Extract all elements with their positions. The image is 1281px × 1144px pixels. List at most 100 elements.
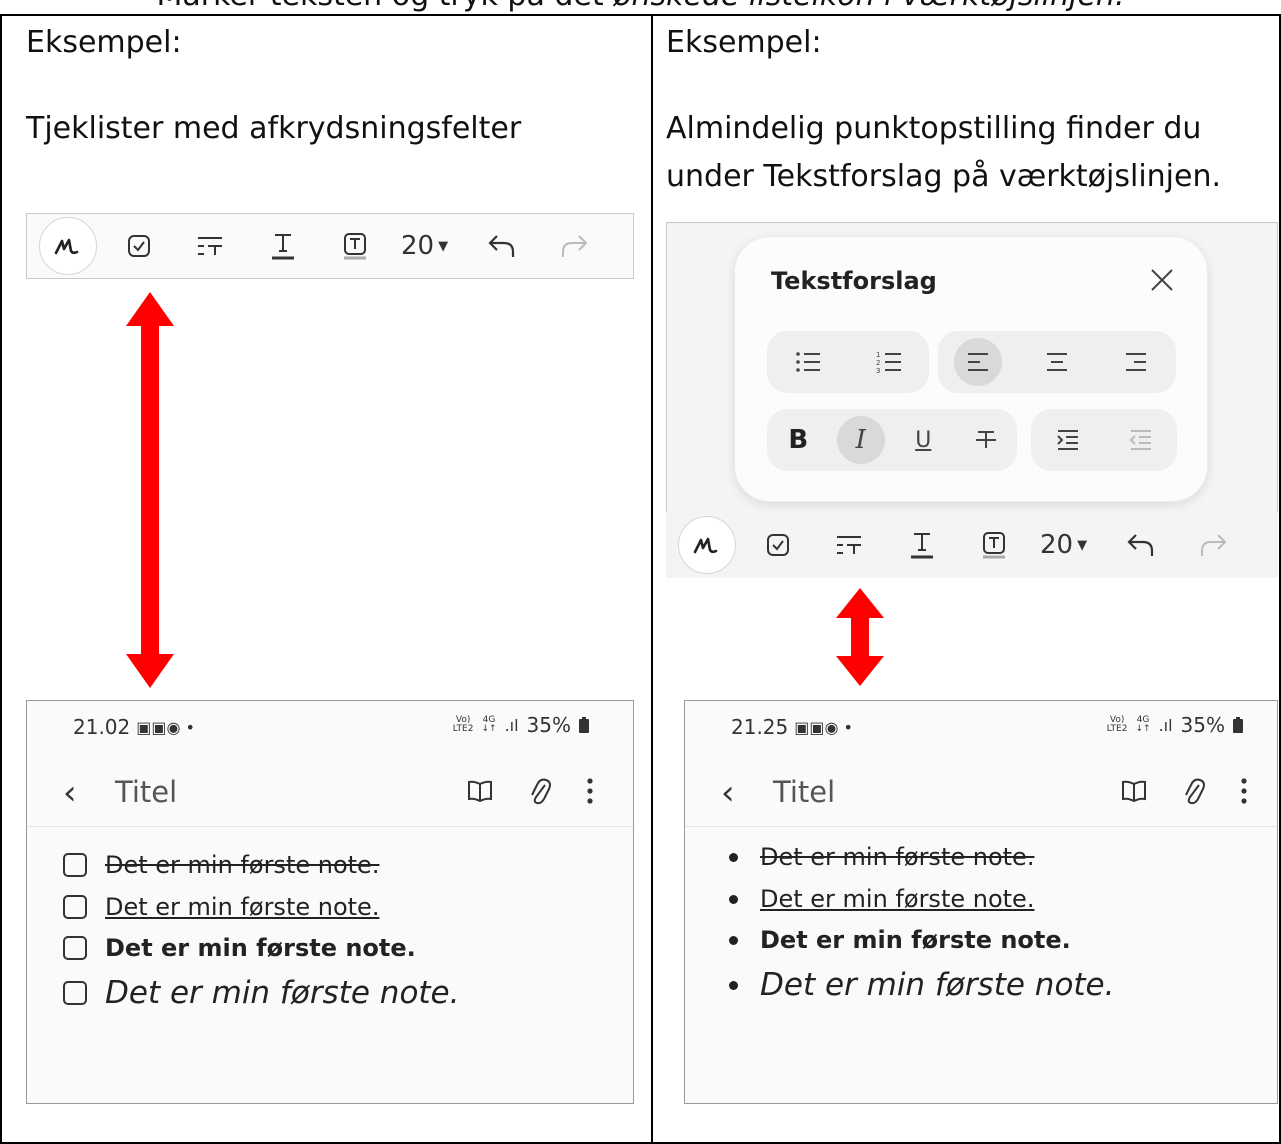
right-double-arrow bbox=[836, 588, 884, 686]
strikethrough-button[interactable] bbox=[962, 416, 1010, 464]
caret-down-icon: ▼ bbox=[1077, 537, 1088, 553]
note-title[interactable]: Titel bbox=[773, 775, 835, 809]
bullet-item[interactable]: Det er min første note. bbox=[729, 967, 1115, 1003]
attachment-icon[interactable] bbox=[529, 777, 551, 805]
font-size-dropdown[interactable]: 20 ▼ bbox=[401, 231, 448, 261]
back-icon[interactable]: ‹ bbox=[63, 773, 77, 813]
status-time: 21.02 bbox=[73, 715, 131, 739]
bullet-list-button[interactable] bbox=[784, 338, 832, 386]
svg-text:3: 3 bbox=[876, 367, 880, 374]
text-style-button[interactable] bbox=[185, 220, 237, 272]
bullet-list-icon bbox=[795, 352, 820, 372]
bullet-dot bbox=[729, 935, 738, 945]
pen-mode-button[interactable] bbox=[39, 217, 97, 275]
align-left-button[interactable] bbox=[953, 338, 1002, 386]
close-icon[interactable] bbox=[1147, 265, 1177, 295]
left-example-label: Eksempel: bbox=[26, 25, 182, 60]
undo-icon bbox=[488, 235, 515, 257]
handwriting-icon bbox=[693, 537, 718, 554]
top-caption: Markér teksten og tryk på det ønskede li… bbox=[0, 0, 1281, 13]
signal-icon: .ıl bbox=[504, 715, 519, 735]
item-text: Det er min første note. bbox=[105, 934, 416, 962]
checklist-item[interactable]: Det er min første note. bbox=[63, 975, 460, 1011]
more-options-icon[interactable] bbox=[587, 778, 593, 804]
bullet-item[interactable]: Det er min første note. bbox=[729, 843, 1034, 871]
text-format-icon bbox=[837, 536, 861, 554]
item-text: Det er min første note. bbox=[105, 975, 460, 1011]
status-right: Vo) LTE2 4G ↓↑ .ıl 35% bbox=[1107, 713, 1243, 737]
align-right-button[interactable] bbox=[1112, 338, 1160, 386]
numbered-list-icon: 123 bbox=[876, 351, 901, 374]
redo-button[interactable] bbox=[548, 220, 600, 272]
checklist-item[interactable]: Det er min første note. bbox=[63, 851, 379, 879]
left-phone-screen: 21.02 ▣▣◉ • Vo) LTE2 4G ↓↑ .ıl 35% ‹ Titel… bbox=[26, 700, 634, 1104]
underline-icon: U bbox=[915, 427, 932, 453]
checkbox[interactable] bbox=[63, 853, 87, 877]
text-style-group: B I U bbox=[767, 409, 1017, 471]
item-text: Det er min første note. bbox=[760, 967, 1115, 1003]
right-phone-screen: 21.25 ▣▣◉ • Vo) LTE2 4G ↓↑ .ıl 35% ‹ Titel… bbox=[684, 700, 1278, 1104]
app-bar: ‹ Titel bbox=[27, 761, 633, 827]
font-size-dropdown[interactable]: 20 ▼ bbox=[1040, 530, 1087, 560]
battery-icon bbox=[1233, 717, 1243, 733]
checklist-button[interactable] bbox=[752, 519, 804, 571]
redo-icon bbox=[562, 235, 588, 257]
indent-increase-icon bbox=[1056, 430, 1078, 450]
undo-button[interactable] bbox=[476, 220, 528, 272]
indent-button[interactable] bbox=[1044, 416, 1092, 464]
svg-text:2: 2 bbox=[876, 359, 880, 367]
text-background-icon bbox=[344, 233, 366, 260]
checklist-item[interactable]: Det er min første note. bbox=[63, 893, 379, 921]
checkbox[interactable] bbox=[63, 981, 87, 1005]
checklist-button[interactable] bbox=[113, 220, 165, 272]
indent-group bbox=[1031, 409, 1177, 471]
bold-icon: B bbox=[788, 425, 809, 455]
align-center-icon bbox=[1046, 353, 1067, 371]
item-text: Det er min første note. bbox=[105, 851, 380, 879]
book-icon[interactable] bbox=[1121, 780, 1147, 802]
numbered-list-button[interactable]: 123 bbox=[865, 338, 913, 386]
notification-icons: ▣▣◉ • bbox=[136, 717, 195, 737]
note-title[interactable]: Titel bbox=[115, 775, 177, 809]
checklist-item[interactable]: Det er min første note. bbox=[63, 934, 416, 962]
right-description-line2: under Tekstforslag på værktøjslinjen. bbox=[666, 159, 1222, 194]
battery-percent: 35% bbox=[526, 713, 571, 737]
app-bar: ‹ Titel bbox=[685, 761, 1277, 827]
checkbox[interactable] bbox=[63, 936, 87, 960]
alignment-group bbox=[938, 331, 1176, 393]
strikethrough-icon bbox=[975, 431, 996, 448]
status-right: Vo) LTE2 4G ↓↑ .ıl 35% bbox=[453, 713, 589, 737]
back-icon[interactable]: ‹ bbox=[721, 773, 735, 813]
undo-button[interactable] bbox=[1115, 519, 1167, 571]
checkbox-icon bbox=[128, 235, 150, 257]
align-center-button[interactable] bbox=[1033, 338, 1081, 386]
text-color-button[interactable] bbox=[257, 220, 309, 272]
text-format-icon bbox=[198, 237, 222, 255]
attachment-icon[interactable] bbox=[1183, 777, 1205, 805]
status-bar: 21.25 ▣▣◉ • bbox=[731, 715, 853, 739]
network-4g-icon: 4G ↓↑ bbox=[481, 715, 497, 734]
text-background-button[interactable] bbox=[329, 220, 381, 272]
book-icon[interactable] bbox=[467, 780, 493, 802]
redo-button[interactable] bbox=[1187, 519, 1239, 571]
bullet-item[interactable]: Det er min første note. bbox=[729, 885, 1034, 913]
text-style-button[interactable] bbox=[824, 519, 876, 571]
left-toolbar: 20 ▼ bbox=[26, 213, 634, 279]
outdent-button[interactable] bbox=[1117, 416, 1165, 464]
caret-down-icon: ▼ bbox=[438, 238, 449, 254]
text-background-button[interactable] bbox=[968, 519, 1020, 571]
svg-text:1: 1 bbox=[876, 351, 880, 359]
checkbox[interactable] bbox=[63, 895, 87, 919]
volte-icon: Vo) LTE2 bbox=[452, 715, 474, 734]
text-color-button[interactable] bbox=[896, 519, 948, 571]
font-size-value: 20 bbox=[1040, 530, 1074, 560]
bullet-item[interactable]: Det er min første note. bbox=[729, 926, 1071, 954]
handwriting-icon bbox=[54, 238, 79, 255]
bold-button[interactable]: B bbox=[774, 416, 822, 464]
text-suggestions-popup: Tekstforslag 123 B I U bbox=[734, 236, 1208, 502]
more-options-icon[interactable] bbox=[1241, 778, 1247, 804]
italic-button[interactable]: I bbox=[836, 416, 885, 464]
indent-decrease-icon bbox=[1129, 430, 1151, 450]
pen-mode-button[interactable] bbox=[678, 516, 736, 574]
underline-button[interactable]: U bbox=[899, 416, 947, 464]
